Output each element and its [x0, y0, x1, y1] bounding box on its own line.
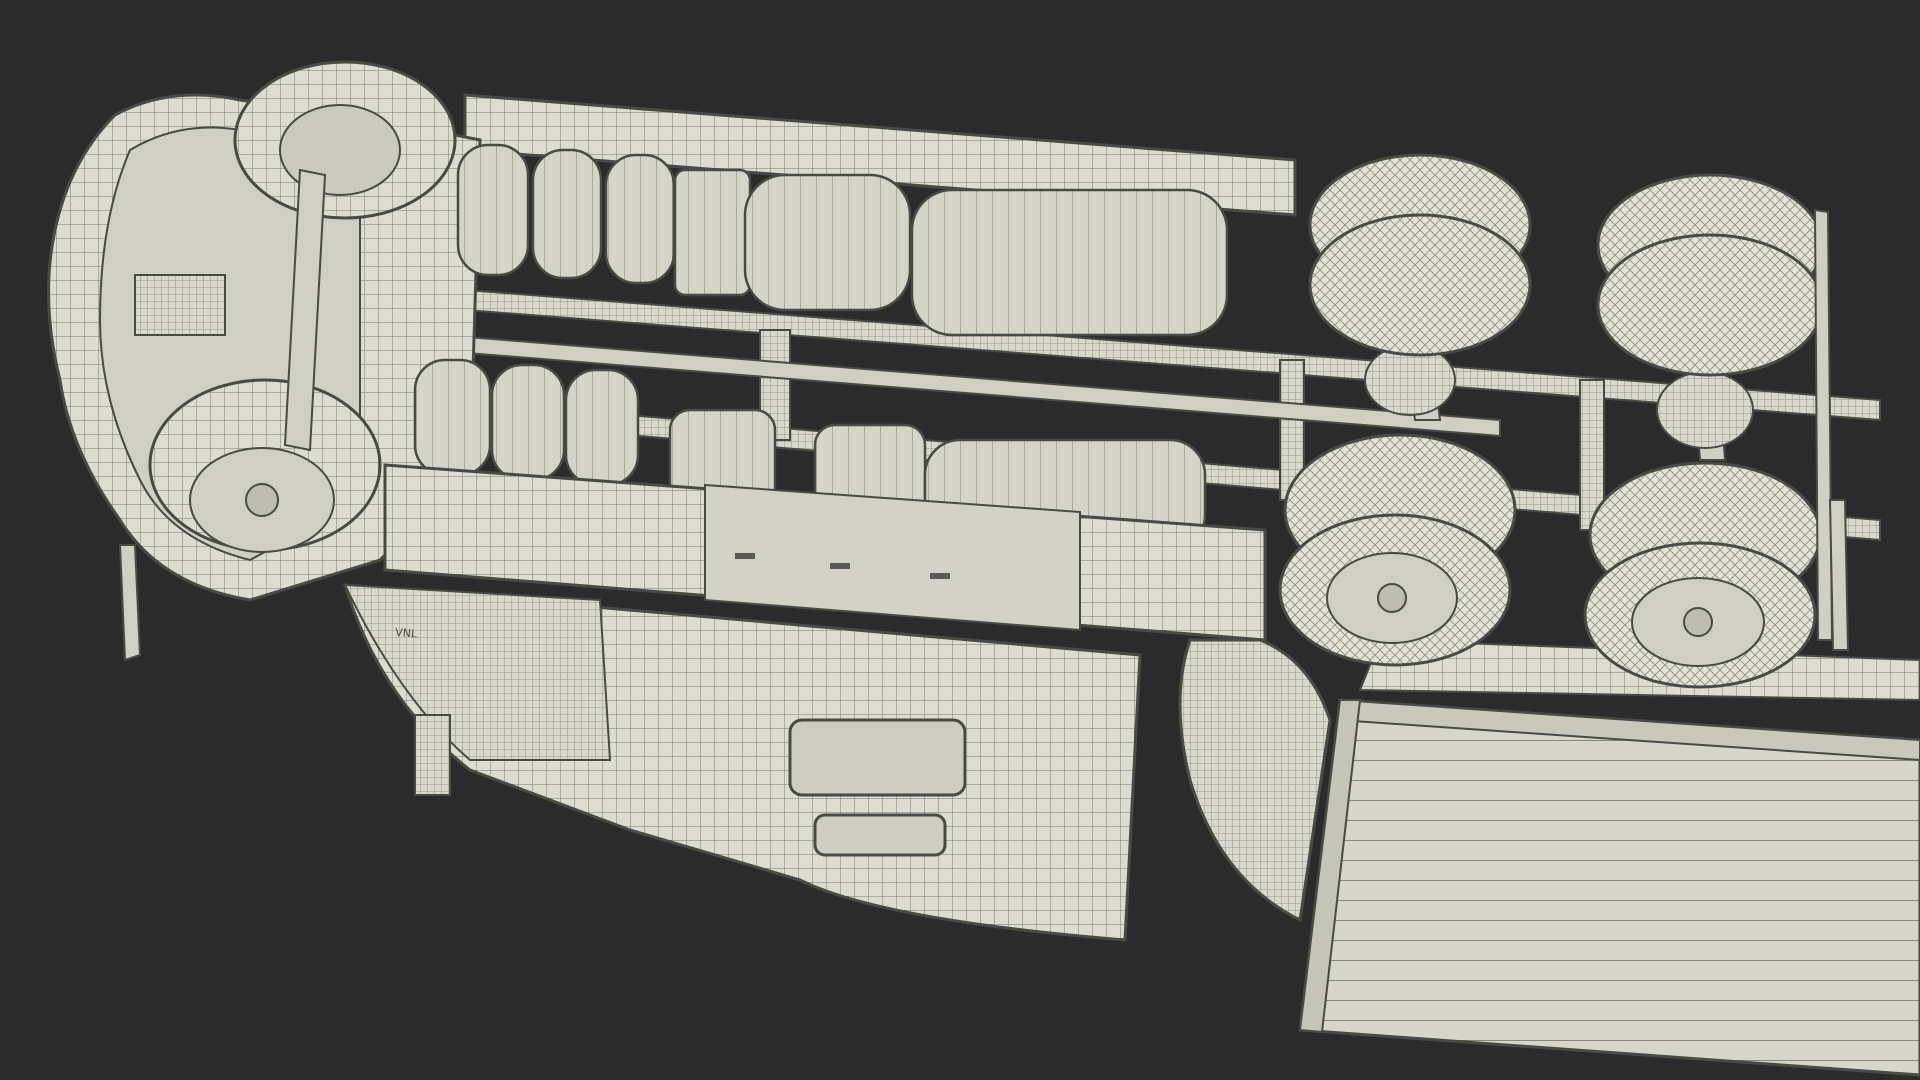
cab-badge: VNL — [395, 626, 419, 641]
rear-wheel-upper-1 — [1308, 153, 1532, 357]
door-handle-recess — [788, 718, 967, 797]
truck-wireframe-render: VNL — [0, 0, 1920, 1080]
step-recess — [813, 813, 947, 857]
air-tanks-lower — [413, 358, 640, 487]
front-wheel-upper — [233, 60, 457, 220]
air-tanks-upper — [456, 143, 676, 285]
front-wheel-lower — [148, 378, 382, 553]
rear-wheel-lower-2 — [1583, 461, 1822, 689]
viewport: VNL — [0, 0, 1920, 1080]
rear-wheel-lower-1 — [1278, 433, 1517, 667]
rear-wheel-upper-2 — [1596, 173, 1824, 377]
battery-box — [134, 274, 226, 336]
